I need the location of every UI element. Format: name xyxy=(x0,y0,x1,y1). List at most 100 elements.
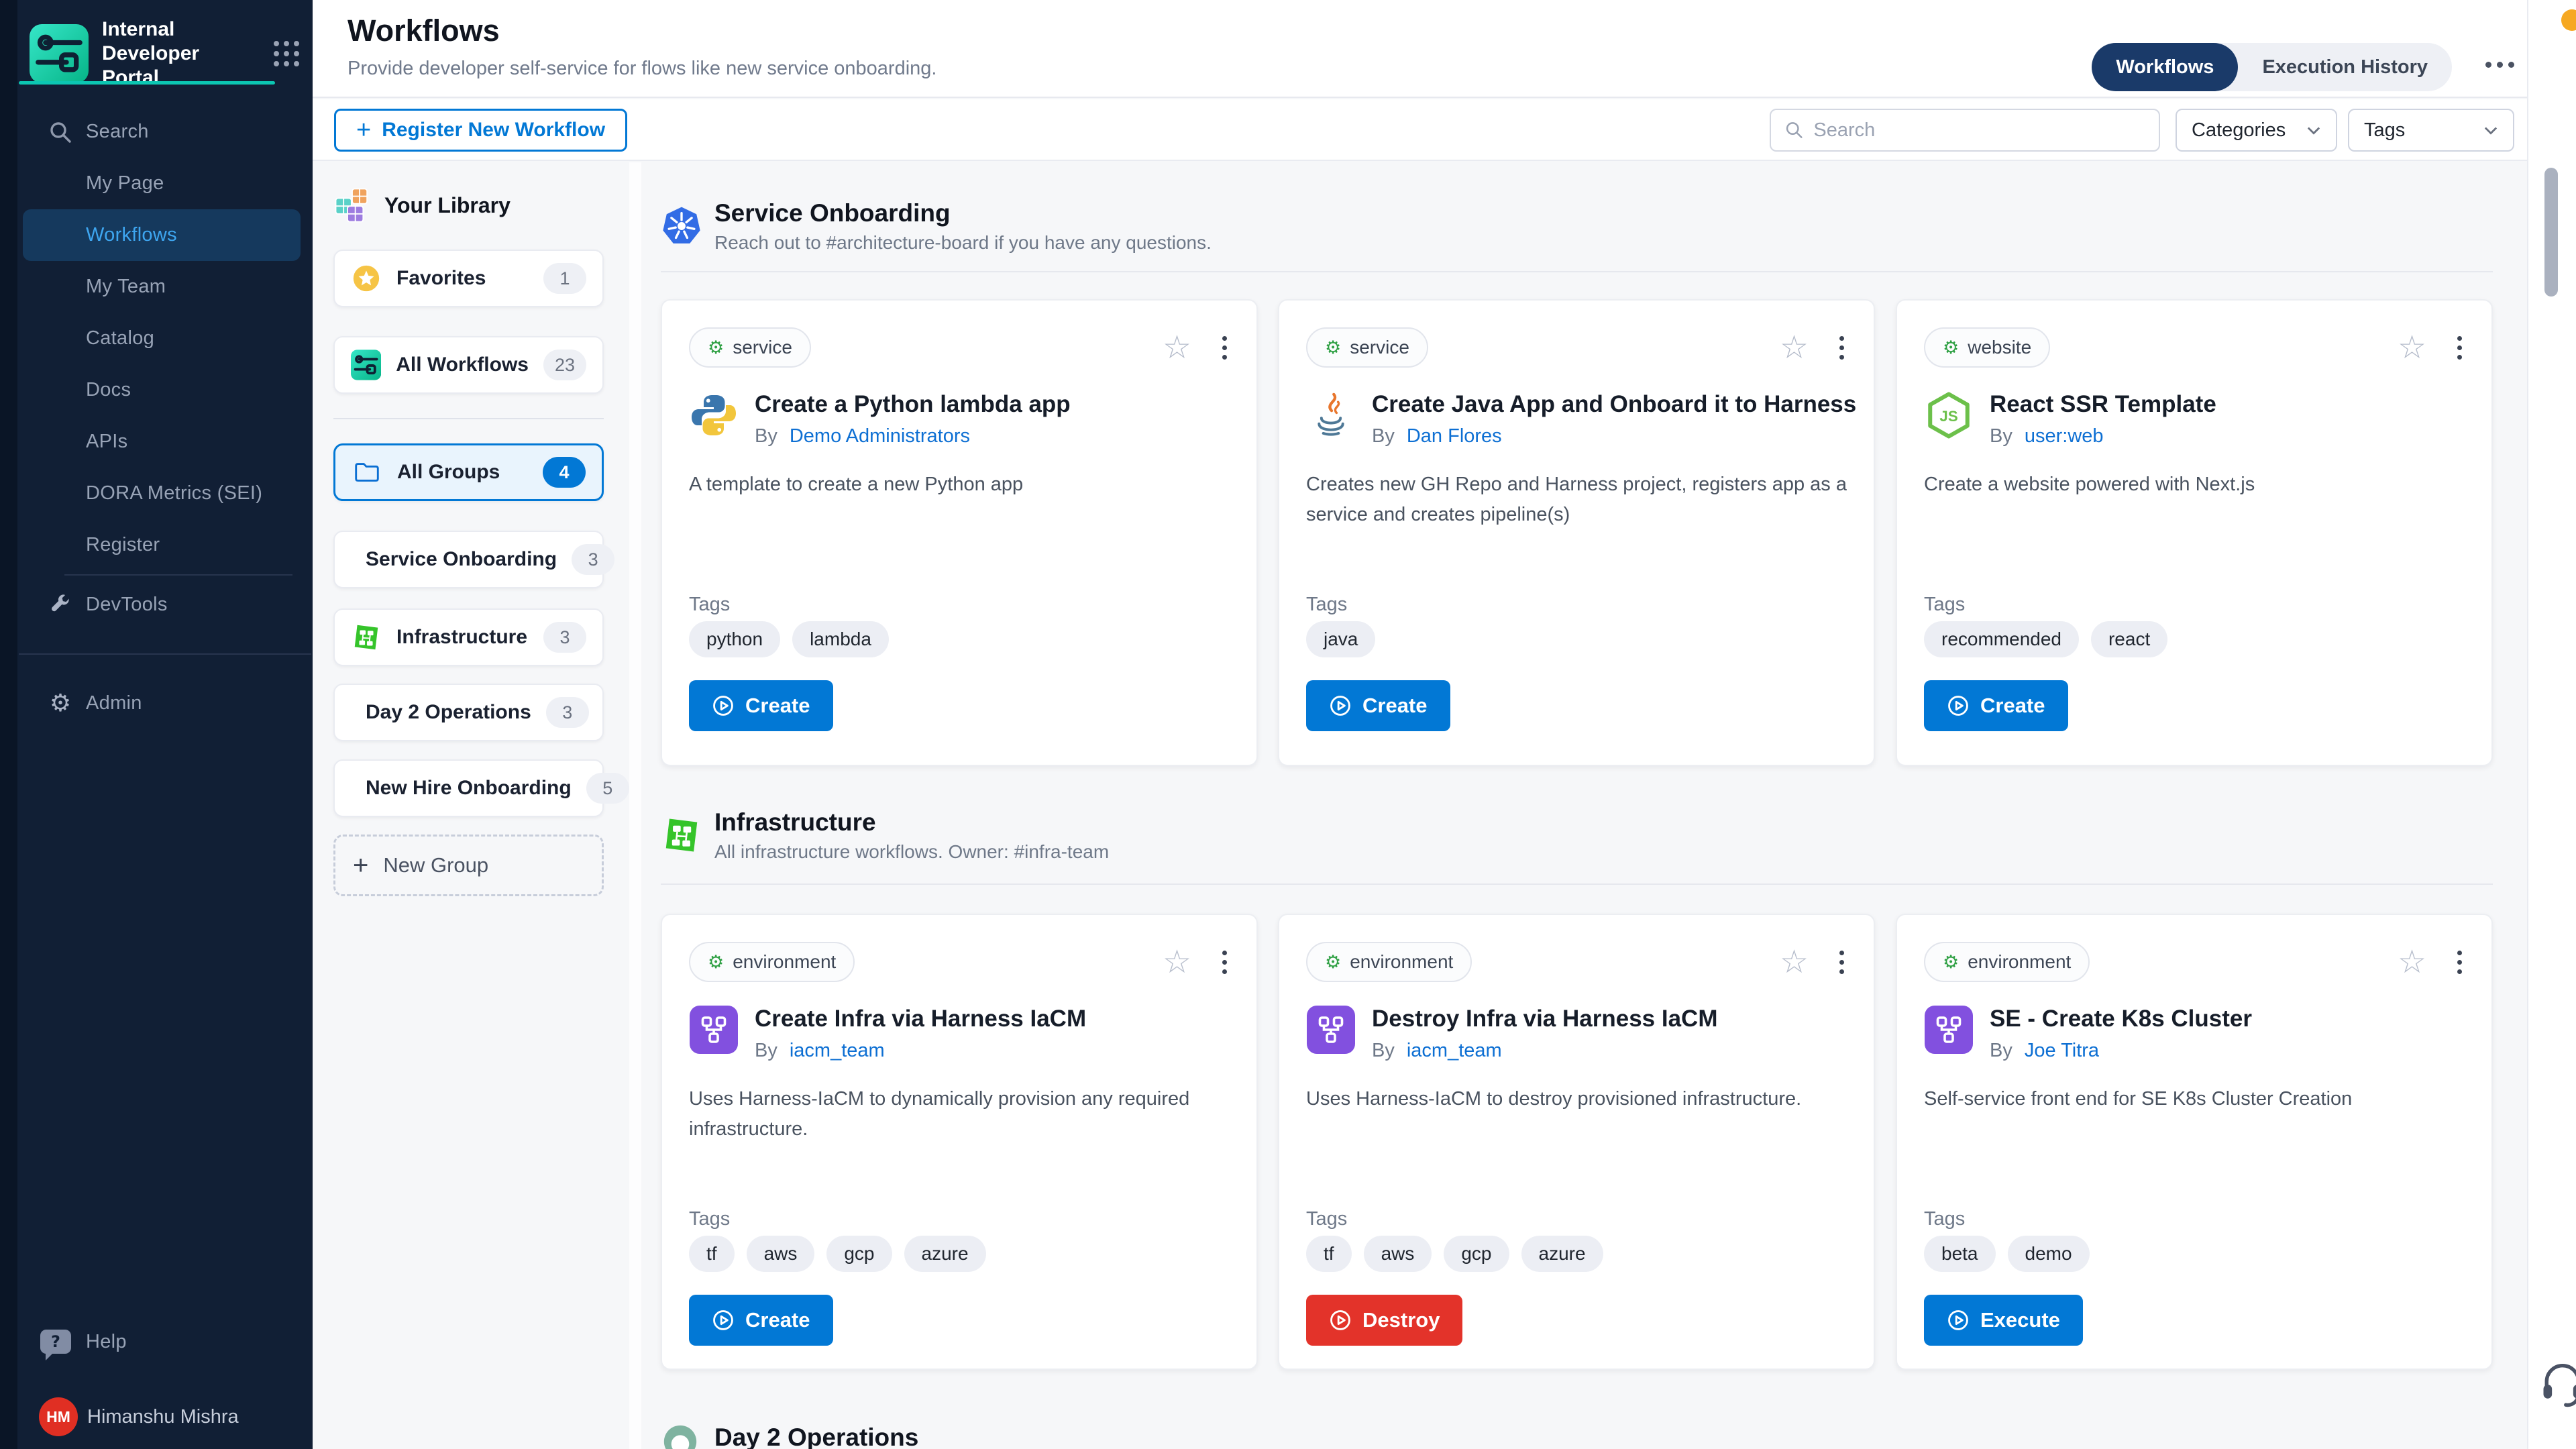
library-item-new-hire-onboarding[interactable]: New Hire Onboarding 5 xyxy=(333,759,604,817)
tag-pill[interactable]: react xyxy=(2091,621,2167,657)
kebab-menu-icon[interactable] xyxy=(1220,948,1230,977)
more-options-icon[interactable] xyxy=(2485,62,2514,68)
category-label: service xyxy=(733,337,792,358)
tag-pill[interactable]: aws xyxy=(747,1236,815,1272)
search-input[interactable] xyxy=(1813,119,2145,142)
library-item-infrastructure[interactable]: Infrastructure 3 xyxy=(333,608,604,666)
tag-pill[interactable]: demo xyxy=(2008,1236,2090,1272)
tag-pill[interactable]: python xyxy=(689,621,780,657)
sidebar-item-search[interactable]: Search xyxy=(0,106,313,158)
svg-text:JS: JS xyxy=(1939,408,1958,425)
tag-pill[interactable]: beta xyxy=(1924,1236,1996,1272)
categories-dropdown[interactable]: Categories xyxy=(2176,109,2337,152)
workflow-title[interactable]: SE - Create K8s Cluster xyxy=(1990,1005,2252,1033)
tag-pill[interactable]: recommended xyxy=(1924,621,2079,657)
tag-pill[interactable]: tf xyxy=(1306,1236,1352,1272)
tag-pill[interactable]: azure xyxy=(1521,1236,1603,1272)
favorite-star-icon[interactable]: ☆ xyxy=(1163,331,1191,364)
favorite-star-icon[interactable]: ☆ xyxy=(2398,331,2426,364)
kebab-menu-icon[interactable] xyxy=(2455,333,2465,362)
library-item-all-workflows[interactable]: All Workflows 23 xyxy=(333,336,604,394)
workflow-title[interactable]: React SSR Template xyxy=(1990,390,2216,419)
library-item-label: All Groups xyxy=(397,461,500,484)
workflow-title[interactable]: Create Infra via Harness IaCM xyxy=(755,1005,1086,1033)
play-icon xyxy=(1947,1309,1970,1332)
library-item-service-onboarding[interactable]: Service Onboarding 3 xyxy=(333,531,604,588)
tag-pill[interactable]: aws xyxy=(1364,1236,1432,1272)
toggle-execution-history[interactable]: Execution History xyxy=(2238,43,2452,91)
sidebar-item-help[interactable]: ? Help xyxy=(0,1316,313,1367)
kebab-menu-icon[interactable] xyxy=(1837,333,1847,362)
owner-link[interactable]: iacm_team xyxy=(1407,1040,1502,1062)
category-label: environment xyxy=(733,951,836,973)
kebab-menu-icon[interactable] xyxy=(2455,948,2465,977)
kebab-menu-icon[interactable] xyxy=(1837,948,1847,977)
owner-link[interactable]: user:web xyxy=(2025,425,2104,447)
sidebar-item-admin[interactable]: ⚙ Admin xyxy=(0,678,313,729)
sidebar-item-register[interactable]: Register xyxy=(0,519,313,571)
tag-pill[interactable]: java xyxy=(1306,621,1375,657)
toolbar: + Register New Workflow Categories Tags xyxy=(313,99,2576,161)
action-label: Create xyxy=(1980,694,2045,718)
favorite-star-icon[interactable]: ☆ xyxy=(1780,946,1809,978)
tag-pill[interactable]: azure xyxy=(904,1236,986,1272)
owner-link[interactable]: Dan Flores xyxy=(1407,425,1502,447)
create-button[interactable]: Create xyxy=(689,1295,833,1346)
category-chip[interactable]: ⚙ environment xyxy=(1306,942,1472,982)
owner-link[interactable]: iacm_team xyxy=(790,1040,885,1062)
sidebar-item-devtools[interactable]: DevTools xyxy=(0,579,313,631)
owner-link[interactable]: Demo Administrators xyxy=(790,425,970,447)
sidebar-divider xyxy=(64,574,292,576)
workflow-title[interactable]: Destroy Infra via Harness IaCM xyxy=(1372,1005,1717,1033)
sidebar-item-dora-metrics[interactable]: DORA Metrics (SEI) xyxy=(0,468,313,519)
kebab-menu-icon[interactable] xyxy=(1220,333,1230,362)
destroy-button[interactable]: Destroy xyxy=(1306,1295,1462,1346)
library-item-all-groups[interactable]: All Groups 4 xyxy=(333,443,604,501)
new-group-button[interactable]: + New Group xyxy=(333,835,604,896)
workflow-title[interactable]: Create a Python lambda app xyxy=(755,390,1071,419)
tags-label: Tags xyxy=(689,1208,730,1230)
sidebar-item-catalog[interactable]: Catalog xyxy=(0,313,313,364)
scrollbar-track[interactable] xyxy=(2527,0,2576,1449)
library-item-label: Day 2 Operations xyxy=(366,701,531,724)
register-new-workflow-button[interactable]: + Register New Workflow xyxy=(334,109,627,152)
sidebar-item-my-team[interactable]: My Team xyxy=(0,261,313,313)
execute-button[interactable]: Execute xyxy=(1924,1295,2083,1346)
sidebar-item-apis[interactable]: APIs xyxy=(0,416,313,468)
section-title: Service Onboarding xyxy=(714,199,951,227)
sidebar-item-label: APIs xyxy=(86,431,127,453)
apps-grid-icon[interactable] xyxy=(274,41,299,66)
iacm-logo-icon xyxy=(1306,1005,1356,1055)
user-menu[interactable]: HM Himanshu Mishra xyxy=(0,1393,313,1441)
favorite-star-icon[interactable]: ☆ xyxy=(2398,946,2426,978)
category-chip[interactable]: ⚙ service xyxy=(689,327,811,368)
owner-link[interactable]: Joe Titra xyxy=(2025,1040,2099,1062)
tag-pill[interactable]: tf xyxy=(689,1236,735,1272)
toggle-workflows[interactable]: Workflows xyxy=(2092,43,2238,91)
sidebar-item-my-page[interactable]: My Page xyxy=(0,158,313,209)
tag-pill[interactable]: gcp xyxy=(826,1236,892,1272)
wrench-icon xyxy=(46,592,75,618)
support-headset-icon[interactable] xyxy=(2537,1357,2576,1411)
create-button[interactable]: Create xyxy=(689,680,833,731)
category-chip[interactable]: ⚙ environment xyxy=(1924,942,2090,982)
library-item-favorites[interactable]: Favorites 1 xyxy=(333,250,604,307)
create-button[interactable]: Create xyxy=(1924,680,2068,731)
workflow-title[interactable]: Create Java App and Onboard it to Harnes… xyxy=(1372,390,1856,419)
scrollbar-thumb[interactable] xyxy=(2544,168,2558,297)
create-button[interactable]: Create xyxy=(1306,680,1450,731)
sidebar-item-docs[interactable]: Docs xyxy=(0,364,313,416)
tag-pill[interactable]: gcp xyxy=(1444,1236,1509,1272)
category-chip[interactable]: ⚙ website xyxy=(1924,327,2050,368)
favorite-star-icon[interactable]: ☆ xyxy=(1780,331,1809,364)
favorite-star-icon[interactable]: ☆ xyxy=(1163,946,1191,978)
tag-pill[interactable]: lambda xyxy=(792,621,889,657)
play-icon xyxy=(1947,694,1970,717)
category-chip[interactable]: ⚙ service xyxy=(1306,327,1428,368)
harness-idp-logo-icon[interactable] xyxy=(30,24,89,83)
play-icon xyxy=(1329,694,1352,717)
library-item-day2-operations[interactable]: Day 2 Operations 3 xyxy=(333,684,604,741)
tags-dropdown[interactable]: Tags xyxy=(2348,109,2514,152)
category-chip[interactable]: ⚙ environment xyxy=(689,942,855,982)
sidebar-item-workflows[interactable]: Workflows xyxy=(23,209,301,261)
